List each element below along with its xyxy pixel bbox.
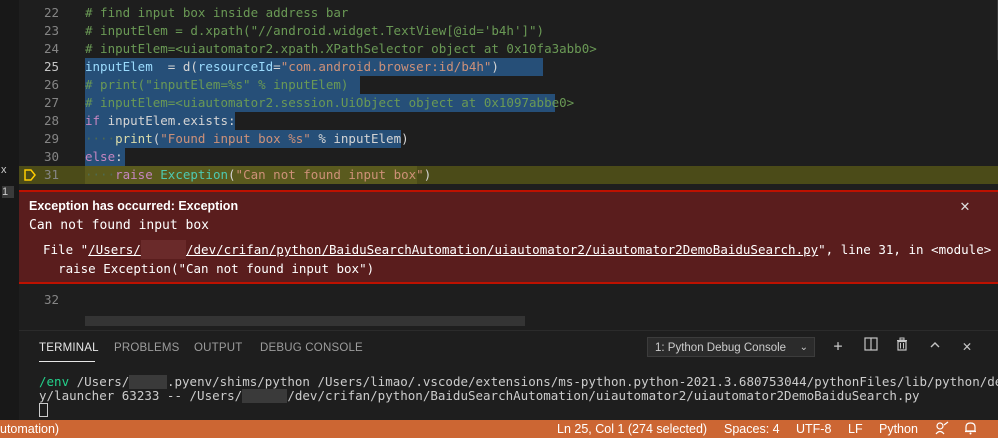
plus-icon[interactable]: + [829,337,847,355]
code-line-25[interactable]: 25 inputElem = d(resourceId="com.android.… [19,58,998,76]
line-number: 29 [43,131,59,146]
line-number: 30 [43,149,59,164]
code-text: # find input box inside address bar [85,5,349,20]
code-text: # inputElem=<uiautomator2.session.UiObje… [85,95,575,110]
chevron-down-icon: ⌄ [799,342,808,353]
trash-icon[interactable] [893,337,911,355]
tab-debug-console[interactable]: DEBUG CONSOLE [260,342,363,354]
stack-file-prefix: File " [43,242,89,257]
exception-stack: File "/Users/xxxxxx/dev/crifan/python/Ba… [43,240,991,278]
code-text: # inputElem = d.xpath("//android.widget.… [85,23,545,38]
code-text: inputElem = d(resourceId="com.android.br… [85,59,499,74]
feedback-icon[interactable] [935,420,949,438]
line-number: 32 [43,292,59,307]
status-bar: utomation) Ln 25, Col 1 (274 selected) S… [0,420,998,438]
line-number: 27 [43,95,59,110]
code-text: else: [85,149,123,164]
exception-message: Can not found input box [29,218,210,233]
code-text: if inputElem.exists: [85,113,236,128]
stack-file-link[interactable]: /Users/xxxxxx/dev/crifan/python/BaiduSea… [88,240,818,259]
code-line-32[interactable]: 32 [19,291,998,309]
line-number: 25 [43,59,59,74]
tab-problems[interactable]: PROBLEMS [114,342,180,354]
line-number: 24 [43,41,59,56]
tab-terminal[interactable]: TERMINAL [39,342,99,354]
line-number: 26 [43,77,59,92]
chevron-up-icon[interactable] [926,337,944,355]
status-eol[interactable]: LF [848,420,863,438]
bottom-panel: TERMINAL PROBLEMS OUTPUT DEBUG CONSOLE 1… [19,330,998,421]
tab-output[interactable]: OUTPUT [194,342,242,354]
code-text: ····print("Found input box %s" % inputEl… [85,131,409,146]
terminal-output[interactable]: /env /Users/xxxxx.pyenv/shims/python /Us… [39,375,998,418]
code-line-23[interactable]: 23 # inputElem = d.xpath("//android.widge… [19,22,998,40]
code-line-27[interactable]: 27 # inputElem=<uiautomator2.session.UiOb… [19,94,998,112]
line-number: 23 [43,23,59,38]
stack-file-suffix: ", line 31, in <module> [818,242,992,257]
activity-strip: x 1 [0,0,19,420]
line-number: 22 [43,5,59,20]
line-number: 31 [43,167,59,182]
split-terminal-icon[interactable] [862,337,880,355]
strip-one-label: 1 [2,186,14,198]
code-line-26[interactable]: 26 # print("inputElem=%s" % inputElem) [19,76,998,94]
close-panel-icon[interactable]: ✕ [958,337,976,355]
terminal-cursor [39,403,48,417]
status-indentation[interactable]: Spaces: 4 [724,420,780,438]
line-number: 28 [43,113,59,128]
terminal-select[interactable]: 1: Python Debug Console ⌄ [647,337,815,357]
active-tab-indicator [39,361,95,362]
exception-title: Exception has occurred: Exception [29,199,239,213]
strip-x-label: x [1,164,7,176]
status-encoding[interactable]: UTF-8 [796,420,831,438]
code-line-22[interactable]: 22 # find input box inside address bar [19,4,998,22]
status-left-text[interactable]: utomation) [0,420,59,438]
code-text: ····raise Exception("Can not found input… [85,167,432,182]
code-line-31[interactable]: 31 ····raise Exception("Can not found inp… [19,166,998,184]
status-cursor-position[interactable]: Ln 25, Col 1 (274 selected) [557,420,707,438]
exception-widget: Exception has occurred: Exception Can no… [19,190,998,284]
terminal-select-value: 1: Python Debug Console [655,342,787,354]
code-line-30[interactable]: 30 else: [19,148,998,166]
code-line-24[interactable]: 24 # inputElem=<uiautomator2.xpath.XPathS… [19,40,998,58]
editor-horizontal-scrollbar[interactable] [85,316,525,326]
stack-raise-line: raise Exception("Can not found input box… [58,261,375,276]
code-line-29[interactable]: 29 ····print("Found input box %s" % input… [19,130,998,148]
status-language[interactable]: Python [879,420,918,438]
close-icon[interactable]: ✕ [957,198,973,214]
code-text: # print("inputElem=%s" % inputElem) [85,77,349,92]
code-line-28[interactable]: 28 if inputElem.exists: [19,112,998,130]
bell-icon[interactable] [964,420,977,438]
code-text: # inputElem=<uiautomator2.xpath.XPathSel… [85,41,597,56]
